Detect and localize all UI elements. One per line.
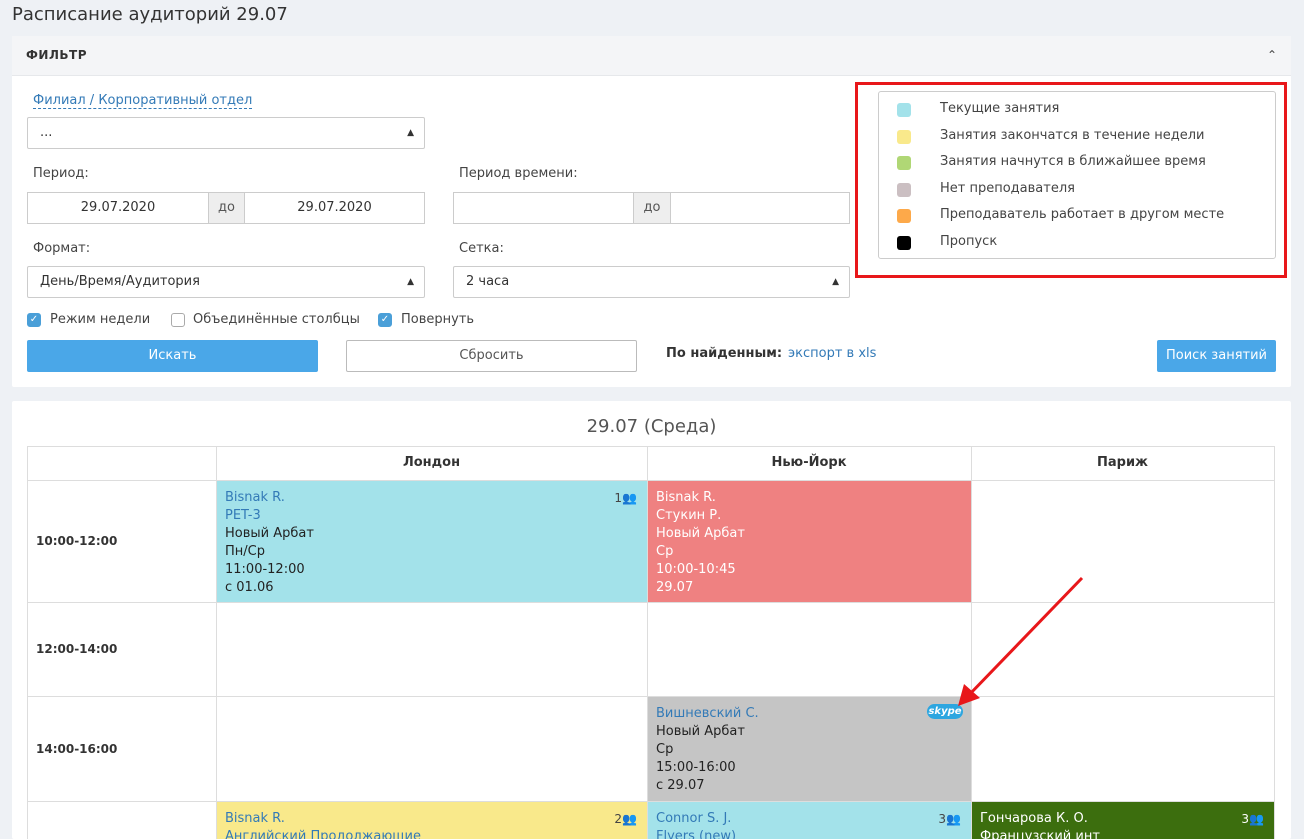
search-button[interactable]: Искать <box>27 340 318 372</box>
users-icon: 👥 <box>622 491 637 505</box>
group-link[interactable]: PET-3 <box>225 507 639 525</box>
lesson-card[interactable]: Гончарова К. О. Французский инт 3👥 <box>972 802 1274 839</box>
period-from-input[interactable]: 29.07.2020 <box>27 192 209 224</box>
period-to-input[interactable]: 29.07.2020 <box>244 192 425 224</box>
lesson-card[interactable]: Bisnak R. PET-3 Новый Арбат Пн/Ср 11:00-… <box>217 481 647 602</box>
period-sep: до <box>208 192 245 224</box>
time-sep: до <box>633 192 671 224</box>
group-link[interactable]: Английский Продолжающие <box>225 828 639 839</box>
grid-line <box>27 446 28 839</box>
legend-swatch <box>897 103 911 117</box>
column-header-new-york: Нью-Йорк <box>771 455 847 470</box>
legend-label: Занятия закончатся в течение недели <box>940 128 1205 143</box>
time-to-input[interactable] <box>670 192 850 224</box>
filter-header[interactable]: ФИЛЬТР ⌃ <box>12 36 1291 76</box>
branch-link[interactable]: Филиал / Корпоративный отдел <box>33 93 253 109</box>
legend: Текущие занятия Занятия закончатся в тече… <box>878 91 1276 259</box>
select-arrows-icon: ▲ <box>407 277 414 287</box>
grid-label: Сетка: <box>459 241 504 256</box>
place: Новый Арбат <box>656 526 745 541</box>
week-mode-label: Режим недели <box>50 312 151 327</box>
grid-line <box>1274 446 1275 839</box>
time-slot-label: 12:00-14:00 <box>36 642 118 656</box>
column-header-london: Лондон <box>402 455 461 470</box>
grid-select-value: 2 часа <box>466 274 510 289</box>
search-lessons-button[interactable]: Поиск занятий <box>1157 340 1276 372</box>
place: Новый Арбат <box>225 526 314 541</box>
since-date: 29.07 <box>656 580 694 595</box>
time-slot-label: 14:00-16:00 <box>36 742 118 756</box>
group-link[interactable]: Flyers (new) <box>656 828 963 839</box>
teacher-link[interactable]: Bisnak R. <box>656 489 963 507</box>
time-slot-label: 10:00-12:00 <box>36 534 118 548</box>
users-icon: 👥 <box>622 812 637 826</box>
lesson-time: 11:00-12:00 <box>225 562 305 577</box>
legend-label: Пропуск <box>940 234 998 249</box>
teacher-link[interactable]: Connor S. J. <box>656 810 963 828</box>
days: Ср <box>656 544 674 559</box>
branch-select[interactable]: ... ▲ <box>27 117 425 149</box>
lesson-card[interactable]: Bisnak R. Английский Продолжающие 2👥 <box>217 802 647 839</box>
teacher-link[interactable]: Bisnak R. <box>225 810 639 828</box>
legend-swatch <box>897 236 911 250</box>
lesson-card[interactable]: Bisnak R. Стукин Р. Новый Арбат Ср 10:00… <box>648 481 971 602</box>
export-xls-link[interactable]: экспорт в xls <box>788 346 876 361</box>
merged-columns-checkbox[interactable] <box>171 313 185 327</box>
since-date: с 01.06 <box>225 580 274 595</box>
lesson-card[interactable]: Вишневский С. Новый Арбат Ср 15:00-16:00… <box>648 697 971 801</box>
group-link[interactable]: Французский инт <box>980 828 1266 839</box>
period-label: Период: <box>33 166 89 181</box>
since-date: с 29.07 <box>656 778 705 793</box>
teacher-link[interactable]: Вишневский С. <box>656 705 963 723</box>
rotate-checkbox[interactable]: ✓ <box>378 313 392 327</box>
chevron-up-icon[interactable]: ⌃ <box>1267 48 1277 62</box>
column-header-paris: Париж <box>1096 455 1148 470</box>
rotate-label: Повернуть <box>401 312 475 327</box>
time-from-input[interactable] <box>453 192 634 224</box>
students-count: 1👥 <box>614 491 637 505</box>
legend-label: Занятия начнутся в ближайшее время <box>940 154 1206 169</box>
teacher-link[interactable]: Bisnak R. <box>225 489 639 507</box>
legend-label: Нет преподавателя <box>940 181 1075 196</box>
time-period-label: Период времени: <box>459 166 578 181</box>
filter-title: ФИЛЬТР <box>26 48 88 62</box>
found-label: По найденным: <box>666 346 783 361</box>
users-icon: 👥 <box>1249 812 1264 826</box>
lesson-time: 10:00-10:45 <box>656 562 736 577</box>
legend-swatch <box>897 130 911 144</box>
select-arrows-icon: ▲ <box>832 277 839 287</box>
merged-columns-label: Объединённые столбцы <box>193 312 360 327</box>
lesson-time: 15:00-16:00 <box>656 760 736 775</box>
grid-select[interactable]: 2 часа ▲ <box>453 266 850 298</box>
legend-swatch <box>897 183 911 197</box>
schedule-title: 29.07 (Среда) <box>586 416 717 437</box>
users-icon: 👥 <box>946 812 961 826</box>
students-count: 3👥 <box>1241 812 1264 826</box>
legend-label: Преподаватель работает в другом месте <box>940 207 1225 222</box>
legend-swatch <box>897 156 911 170</box>
teacher-link[interactable]: Гончарова К. О. <box>980 810 1266 828</box>
arrow-line <box>966 576 1084 698</box>
week-mode-checkbox[interactable]: ✓ <box>27 313 41 327</box>
branch-select-value: ... <box>40 125 53 140</box>
legend-label: Текущие занятия <box>940 101 1060 116</box>
annotation-arrow <box>958 576 1084 706</box>
days: Пн/Ср <box>225 544 265 559</box>
place: Новый Арбат <box>656 724 745 739</box>
days: Ср <box>656 742 674 757</box>
reset-button[interactable]: Сбросить <box>346 340 637 372</box>
group-link[interactable]: Стукин Р. <box>656 507 963 525</box>
page-title: Расписание аудиторий 29.07 <box>12 4 288 25</box>
legend-swatch <box>897 209 911 223</box>
students-count: 3👥 <box>938 812 961 826</box>
format-select[interactable]: День/Время/Аудитория ▲ <box>27 266 425 298</box>
lesson-card[interactable]: Connor S. J. Flyers (new) 3👥 <box>648 802 971 839</box>
students-count: 2👥 <box>614 812 637 826</box>
format-label: Формат: <box>33 241 91 256</box>
format-select-value: День/Время/Аудитория <box>40 274 200 289</box>
select-arrows-icon: ▲ <box>407 128 414 138</box>
